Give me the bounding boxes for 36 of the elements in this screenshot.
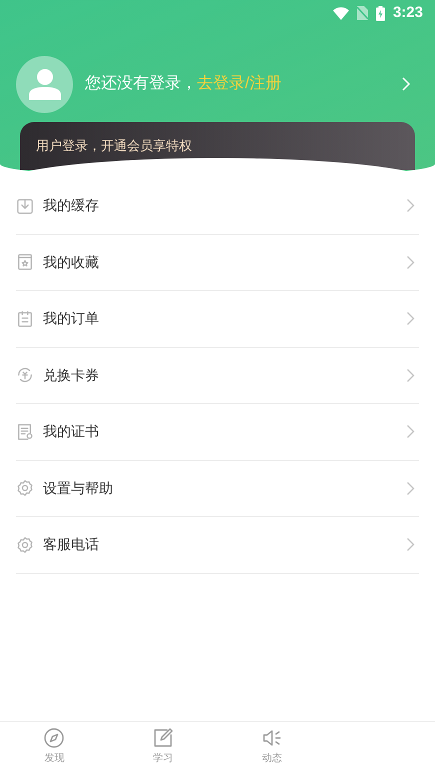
chevron-right-icon[interactable] [401,76,411,92]
menu-item-label: 我的收藏 [43,252,99,272]
menu-item[interactable]: 我的缓存 [16,178,419,234]
menu-item[interactable]: 我的证书 [16,404,419,460]
chevron-right-icon [406,198,415,214]
menu-item-label: 设置与帮助 [43,478,113,498]
chevron-right-icon [406,368,415,383]
exchange-icon [16,366,34,384]
menu-item-label: 我的证书 [43,422,99,442]
menu-item-label: 我的缓存 [43,196,99,216]
star-box-icon [16,253,34,272]
menu-item[interactable]: 我的订单 [16,291,419,348]
menu-item[interactable]: 设置与帮助 [16,460,419,517]
chevron-right-icon [406,424,415,440]
menu-item[interactable]: 我的收藏 [16,234,419,291]
compass-icon [43,727,66,749]
wifi-icon [332,6,349,20]
chevron-right-icon [406,480,415,496]
no-sim-icon [356,6,368,20]
person-icon [28,68,62,100]
chevron-right-icon [406,311,415,326]
vip-banner-text: 用户登录，开通会员享特权 [36,138,192,153]
menu-item-label: 客服电话 [43,535,99,554]
menu-item-label: 兑换卡券 [43,366,99,385]
edit-icon [152,727,174,749]
status-time: 3:23 [392,2,423,23]
calendar-icon [16,310,34,328]
download-icon [16,196,34,215]
certificate-icon [16,422,34,441]
menu-item[interactable]: 兑换卡券 [16,348,419,404]
settings-icon [16,536,34,554]
menu-item[interactable]: 客服电话 [16,517,419,574]
chevron-right-icon [406,254,415,270]
menu-item-label: 我的订单 [43,309,99,328]
settings-icon [16,479,34,498]
chevron-right-icon [406,537,415,552]
